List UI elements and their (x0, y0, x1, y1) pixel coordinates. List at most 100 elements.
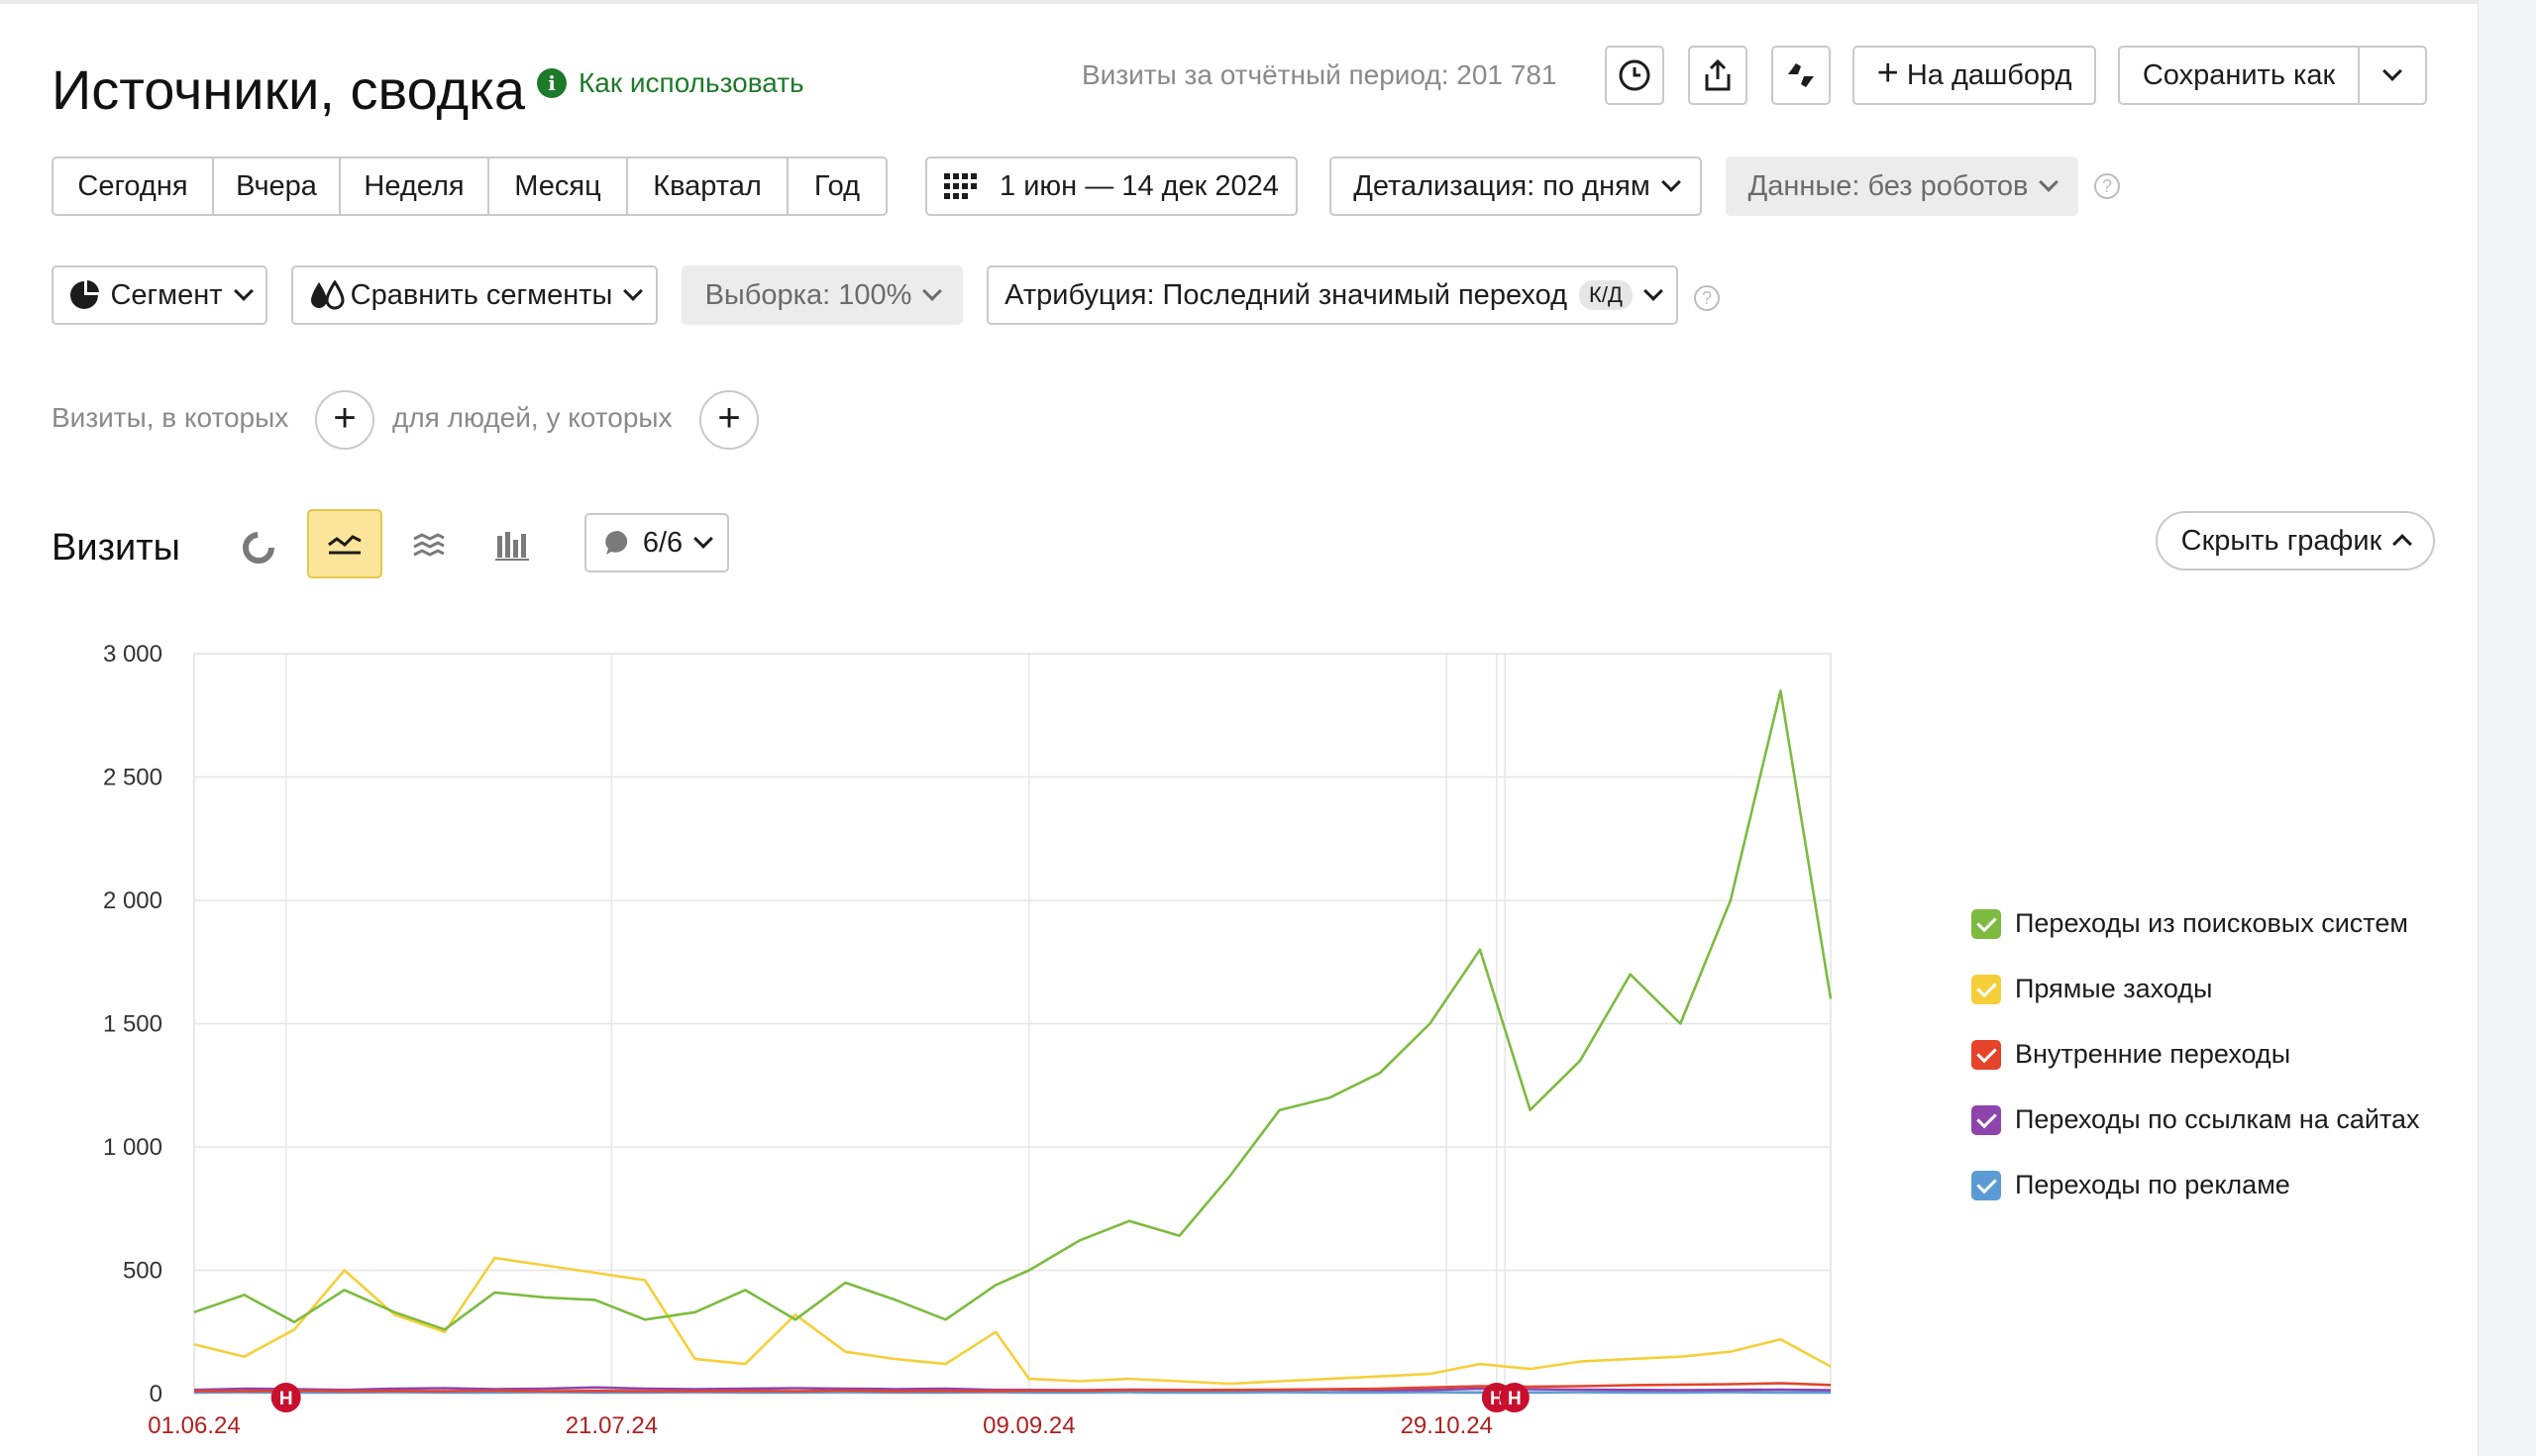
legend-label: Переходы по ссылкам на сайтах (2015, 1104, 2420, 1134)
add-to-dashboard-label: На дашборд (1906, 58, 2072, 91)
tab-month[interactable]: Месяц (489, 156, 628, 216)
series-line (194, 1382, 1832, 1393)
holiday-marker-label: Н (1490, 1389, 1504, 1409)
y-tick-label: 500 (123, 1258, 162, 1285)
detail-select[interactable]: Детализация: по дням (1329, 156, 1702, 216)
data-select-label: Данные: без роботов (1747, 169, 2029, 202)
legend-item-ads[interactable]: Переходы по рекламе (1971, 1170, 2290, 1200)
chevron-down-icon (623, 281, 644, 301)
tab-yesterday[interactable]: Вчера (214, 156, 341, 216)
report-page: Источники, сводка i Как использовать Виз… (0, 0, 2479, 1456)
legend-label: Прямые заходы (2015, 974, 2213, 1003)
sample-label: Выборка: 100% (704, 278, 912, 311)
people-condition-label: для людей, у которых (392, 402, 673, 433)
add-visit-condition-button[interactable]: + (315, 390, 374, 450)
data-select[interactable]: Данные: без роботов (1726, 156, 2078, 216)
tab-year[interactable]: Год (789, 156, 888, 216)
tab-today[interactable]: Сегодня (52, 156, 214, 216)
bar-chart-icon (495, 532, 529, 561)
x-tick-label: 01.06.24 (148, 1412, 240, 1439)
x-tick-label: 09.09.24 (983, 1412, 1075, 1439)
hide-chart-button[interactable]: Скрыть график (2156, 511, 2435, 571)
feedback-button[interactable] (1771, 46, 1831, 105)
compare-drops-icon (310, 280, 345, 310)
checkbox-checked-icon (1971, 974, 2001, 1004)
chart-title: Визиты (52, 527, 180, 569)
stacked-area-icon (413, 533, 445, 557)
calendar-icon (944, 173, 978, 199)
chevron-down-icon (693, 529, 714, 549)
legend-item-links[interactable]: Переходы по ссылкам на сайтах (1971, 1104, 2420, 1135)
clock-icon (1619, 59, 1650, 91)
attribution-label: Атрибуция: Последний значимый переход (1004, 278, 1568, 311)
info-icon: i (537, 68, 567, 98)
holiday-marker (270, 1383, 301, 1412)
attribution-select[interactable]: Атрибуция: Последний значимый переход К/… (987, 265, 1678, 325)
date-range-label: 1 июн — 14 дек 2024 (1000, 169, 1279, 202)
comment-icon (605, 530, 628, 555)
legend-item-direct[interactable]: Прямые заходы (1971, 974, 2212, 1004)
y-tick-label: 2 500 (103, 765, 162, 791)
chevron-down-icon (1642, 281, 1663, 301)
help-link[interactable]: i Как использовать (537, 67, 804, 99)
chart-type-pie[interactable] (234, 523, 283, 572)
chevron-up-icon (2392, 534, 2413, 554)
legend-label: Внутренние переходы (2015, 1039, 2291, 1069)
y-tick-label: 3 000 (103, 641, 162, 668)
history-button[interactable] (1605, 46, 1664, 105)
tab-quarter[interactable]: Квартал (628, 156, 789, 216)
attribution-badge: К/Д (1579, 280, 1633, 310)
data-help-icon[interactable]: ? (2094, 173, 2120, 199)
save-as-button[interactable]: Сохранить как (2118, 46, 2360, 105)
plot-area (193, 653, 1832, 1395)
annotations-select[interactable]: 6/6 (584, 513, 729, 572)
legend-item-search[interactable]: Переходы из поисковых систем (1971, 908, 2408, 939)
sample-select[interactable]: Выборка: 100% (682, 265, 963, 325)
chevron-down-icon (1660, 172, 1681, 192)
checkbox-checked-icon (1971, 1039, 2001, 1070)
line-chart-icon (328, 535, 362, 555)
x-tick-label: 21.07.24 (566, 1412, 658, 1439)
legend-label: Переходы из поисковых систем (2015, 908, 2408, 938)
page-title: Источники, сводка (52, 58, 526, 121)
segment-button[interactable]: Сегмент (52, 265, 267, 325)
visits-line-chart: 0 500 1 000 1 500 2 000 2 500 3 000 01.06.24 21.… (103, 641, 1833, 1439)
export-button[interactable] (1688, 46, 1747, 105)
chevron-down-icon (233, 281, 254, 301)
y-tick-label: 1 000 (103, 1134, 162, 1161)
period-tabs: Сегодня Вчера Неделя Месяц Квартал Год (52, 156, 888, 216)
y-tick-label: 2 000 (103, 887, 162, 914)
checkbox-checked-icon (1971, 908, 2001, 939)
holiday-marker-label: Н (279, 1389, 293, 1409)
y-tick-label: 1 500 (103, 1011, 162, 1038)
attribution-help-icon[interactable]: ? (1694, 285, 1720, 311)
holiday-marker (1499, 1383, 1530, 1412)
share-icon (1705, 58, 1731, 91)
series-line (193, 1386, 1832, 1392)
top-divider (0, 0, 2479, 4)
chart-type-bar[interactable] (487, 521, 537, 571)
compare-segments-label: Сравнить сегменты (350, 278, 613, 311)
segment-label: Сегмент (110, 278, 223, 311)
series-line (193, 1256, 1832, 1386)
y-tick-label: 0 (150, 1381, 162, 1407)
tab-week[interactable]: Неделя (341, 156, 489, 216)
holiday-marker (1481, 1383, 1512, 1412)
legend-item-internal[interactable]: Внутренние переходы (1971, 1039, 2290, 1070)
detail-select-label: Детализация: по дням (1353, 169, 1650, 202)
chart-type-area[interactable] (404, 521, 454, 571)
date-range-picker[interactable]: 1 июн — 14 дек 2024 (925, 156, 1298, 216)
legend-label: Переходы по рекламе (2015, 1170, 2290, 1199)
save-as-dropdown[interactable] (2358, 46, 2427, 105)
compare-segments-button[interactable]: Сравнить сегменты (291, 265, 658, 325)
visits-condition-label: Визиты, в которых (52, 402, 289, 433)
plus-icon: + (1876, 52, 1899, 94)
pie-chart-icon (243, 532, 274, 564)
add-to-dashboard-button[interactable]: + На дашборд (1852, 46, 2096, 105)
help-link-label: Как использовать (579, 67, 804, 98)
chart-type-line[interactable] (307, 509, 382, 578)
add-people-condition-button[interactable]: + (699, 390, 759, 450)
x-tick-label: 29.10.24 (1401, 1412, 1493, 1439)
checkbox-checked-icon (1971, 1170, 2001, 1200)
save-as-label: Сохранить как (2142, 58, 2336, 91)
